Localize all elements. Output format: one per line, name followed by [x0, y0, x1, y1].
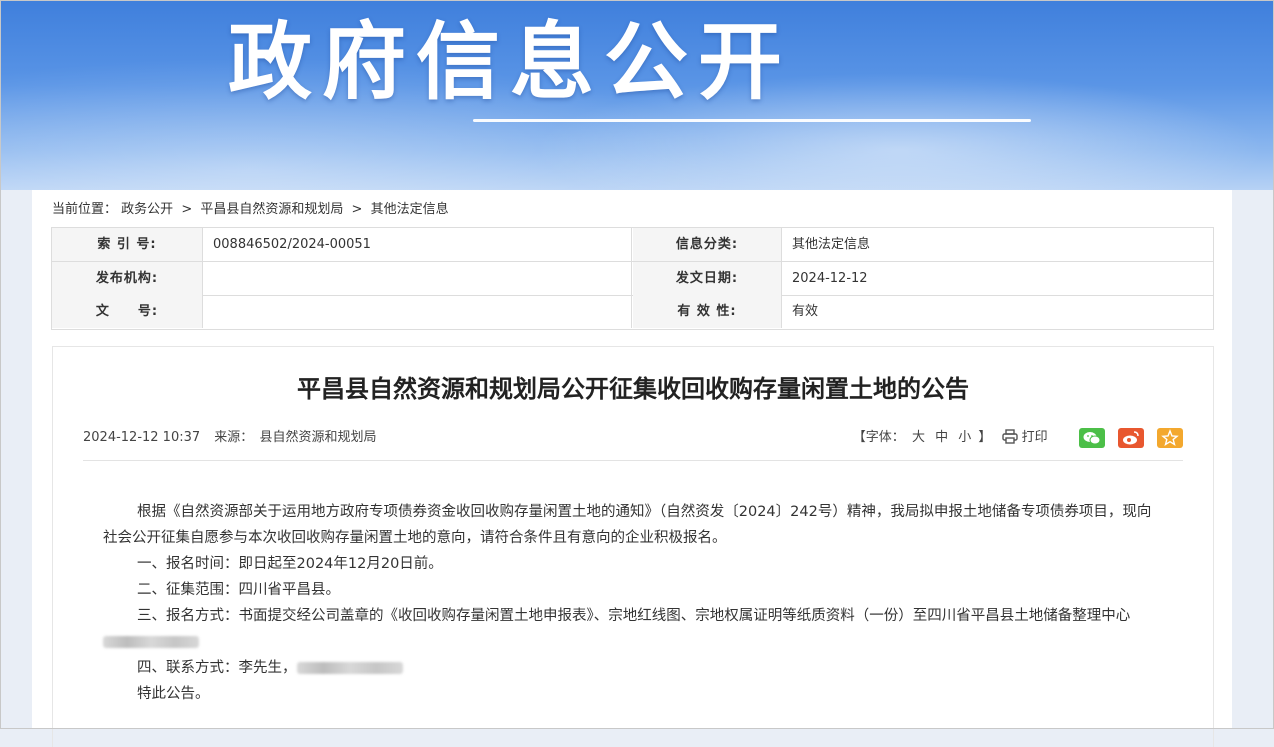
font-label: 【字体： — [852, 430, 905, 445]
print-label: 打印 — [1021, 430, 1048, 445]
paragraph: 二、征集范围：四川省平昌县。 — [137, 582, 340, 598]
font-medium-button[interactable]: 中 — [935, 430, 948, 445]
banner-underline — [473, 119, 1031, 122]
paragraph-text: 三、报名方式：书面提交经公司盖章的《收回收购存量闲置土地申报表》、宗地红线图、宗… — [137, 608, 1131, 624]
redacted-address — [103, 636, 199, 648]
weibo-icon — [1122, 430, 1139, 444]
article-datetime: 2024-12-12 10:37 — [83, 430, 201, 445]
breadcrumb-item-bureau[interactable]: 平昌县自然资源和规划局 — [200, 202, 343, 217]
title-divider — [83, 460, 1183, 461]
redacted-phone — [296, 662, 403, 674]
paragraph-text: 四、联系方式：李先生， — [137, 660, 297, 676]
paragraph-with-blur: 三、报名方式：书面提交经公司盖章的《收回收购存量闲置土地申报表》、宗地红线图、宗… — [103, 603, 1163, 655]
meta-row: 索 引 号: 008846502/2024-00051 信息分类: 其他法定信息 — [52, 228, 1213, 262]
banner: 政府信息公开 — [0, 0, 1274, 190]
paragraph: 根据《自然资源部关于运用地方政府专项债券资金收回收购存量闲置土地的通知》（自然资… — [103, 504, 1152, 546]
breadcrumb-separator: > — [351, 202, 363, 217]
source-label: 来源： — [214, 430, 254, 445]
font-size-control: 【字体： 大 中 小 】 — [853, 430, 996, 445]
article-title: 平昌县自然资源和规划局公开征集收回收购存量闲置土地的公告 — [297, 375, 969, 403]
breadcrumb-label: 当前位置： — [52, 202, 118, 217]
breadcrumb-item-gov-affairs[interactable]: 政务公开 — [121, 202, 173, 217]
docno-value — [203, 295, 632, 328]
wechat-icon — [1083, 431, 1101, 444]
publisher-value — [203, 262, 632, 295]
paragraph-with-blur: 四、联系方式：李先生， — [103, 655, 1163, 681]
index-value: 008846502/2024-00051 — [203, 228, 632, 261]
meta-row: 文 号: 有 效 性: 有效 — [52, 295, 1213, 328]
article-tools: 【字体： 大 中 小 】 打印 — [853, 425, 1183, 451]
validity-label: 有 效 性: — [633, 295, 782, 328]
banner-title: 政府信息公开 — [228, 13, 793, 111]
category-label: 信息分类: — [633, 228, 782, 261]
favorite-button[interactable] — [1157, 427, 1183, 448]
category-value: 其他法定信息 — [792, 237, 871, 252]
index-label: 索 引 号: — [52, 228, 203, 261]
paragraph: 一、报名时间：即日起至2024年12月20日前。 — [137, 556, 443, 572]
share-weibo-button[interactable] — [1117, 427, 1144, 448]
font-end: 】 — [978, 430, 992, 445]
article-info-bar: 2024-12-12 10:37 来源： 县自然资源和规划局 【字体： 大 中 … — [83, 425, 1183, 451]
meta-row: 发布机构: 发文日期: 2024-12-12 — [52, 262, 1213, 296]
breadcrumb: 当前位置： 政务公开 > 平昌县自然资源和规划局 > 其他法定信息 — [52, 200, 453, 220]
paragraph: 特此公告。 — [137, 686, 210, 702]
share-wechat-button[interactable] — [1078, 427, 1105, 448]
breadcrumb-separator: > — [181, 202, 193, 217]
breadcrumb-item-other-info[interactable]: 其他法定信息 — [371, 202, 449, 217]
print-icon — [1001, 429, 1018, 444]
article: 平昌县自然资源和规划局公开征集收回收购存量闲置土地的公告 2024-12-12 … — [52, 346, 1214, 747]
font-small-button[interactable]: 小 — [958, 430, 971, 445]
date-label: 发文日期: — [633, 262, 782, 295]
print-button[interactable]: 打印 — [1001, 429, 1052, 445]
validity-value: 有效 — [792, 304, 819, 319]
star-icon — [1161, 428, 1179, 446]
source-value: 县自然资源和规划局 — [259, 430, 377, 445]
font-large-button[interactable]: 大 — [912, 430, 925, 445]
main-card: 当前位置： 政务公开 > 平昌县自然资源和规划局 > 其他法定信息 索 引 号:… — [32, 190, 1232, 747]
publisher-label: 发布机构: — [52, 262, 203, 295]
docno-label: 文 号: — [52, 295, 203, 328]
article-content: 根据《自然资源部关于运用地方政府专项债券资金收回收购存量闲置土地的通知》（自然资… — [103, 499, 1163, 707]
date-value: 2024-12-12 — [792, 271, 868, 286]
meta-table: 索 引 号: 008846502/2024-00051 信息分类: 其他法定信息… — [51, 227, 1214, 330]
